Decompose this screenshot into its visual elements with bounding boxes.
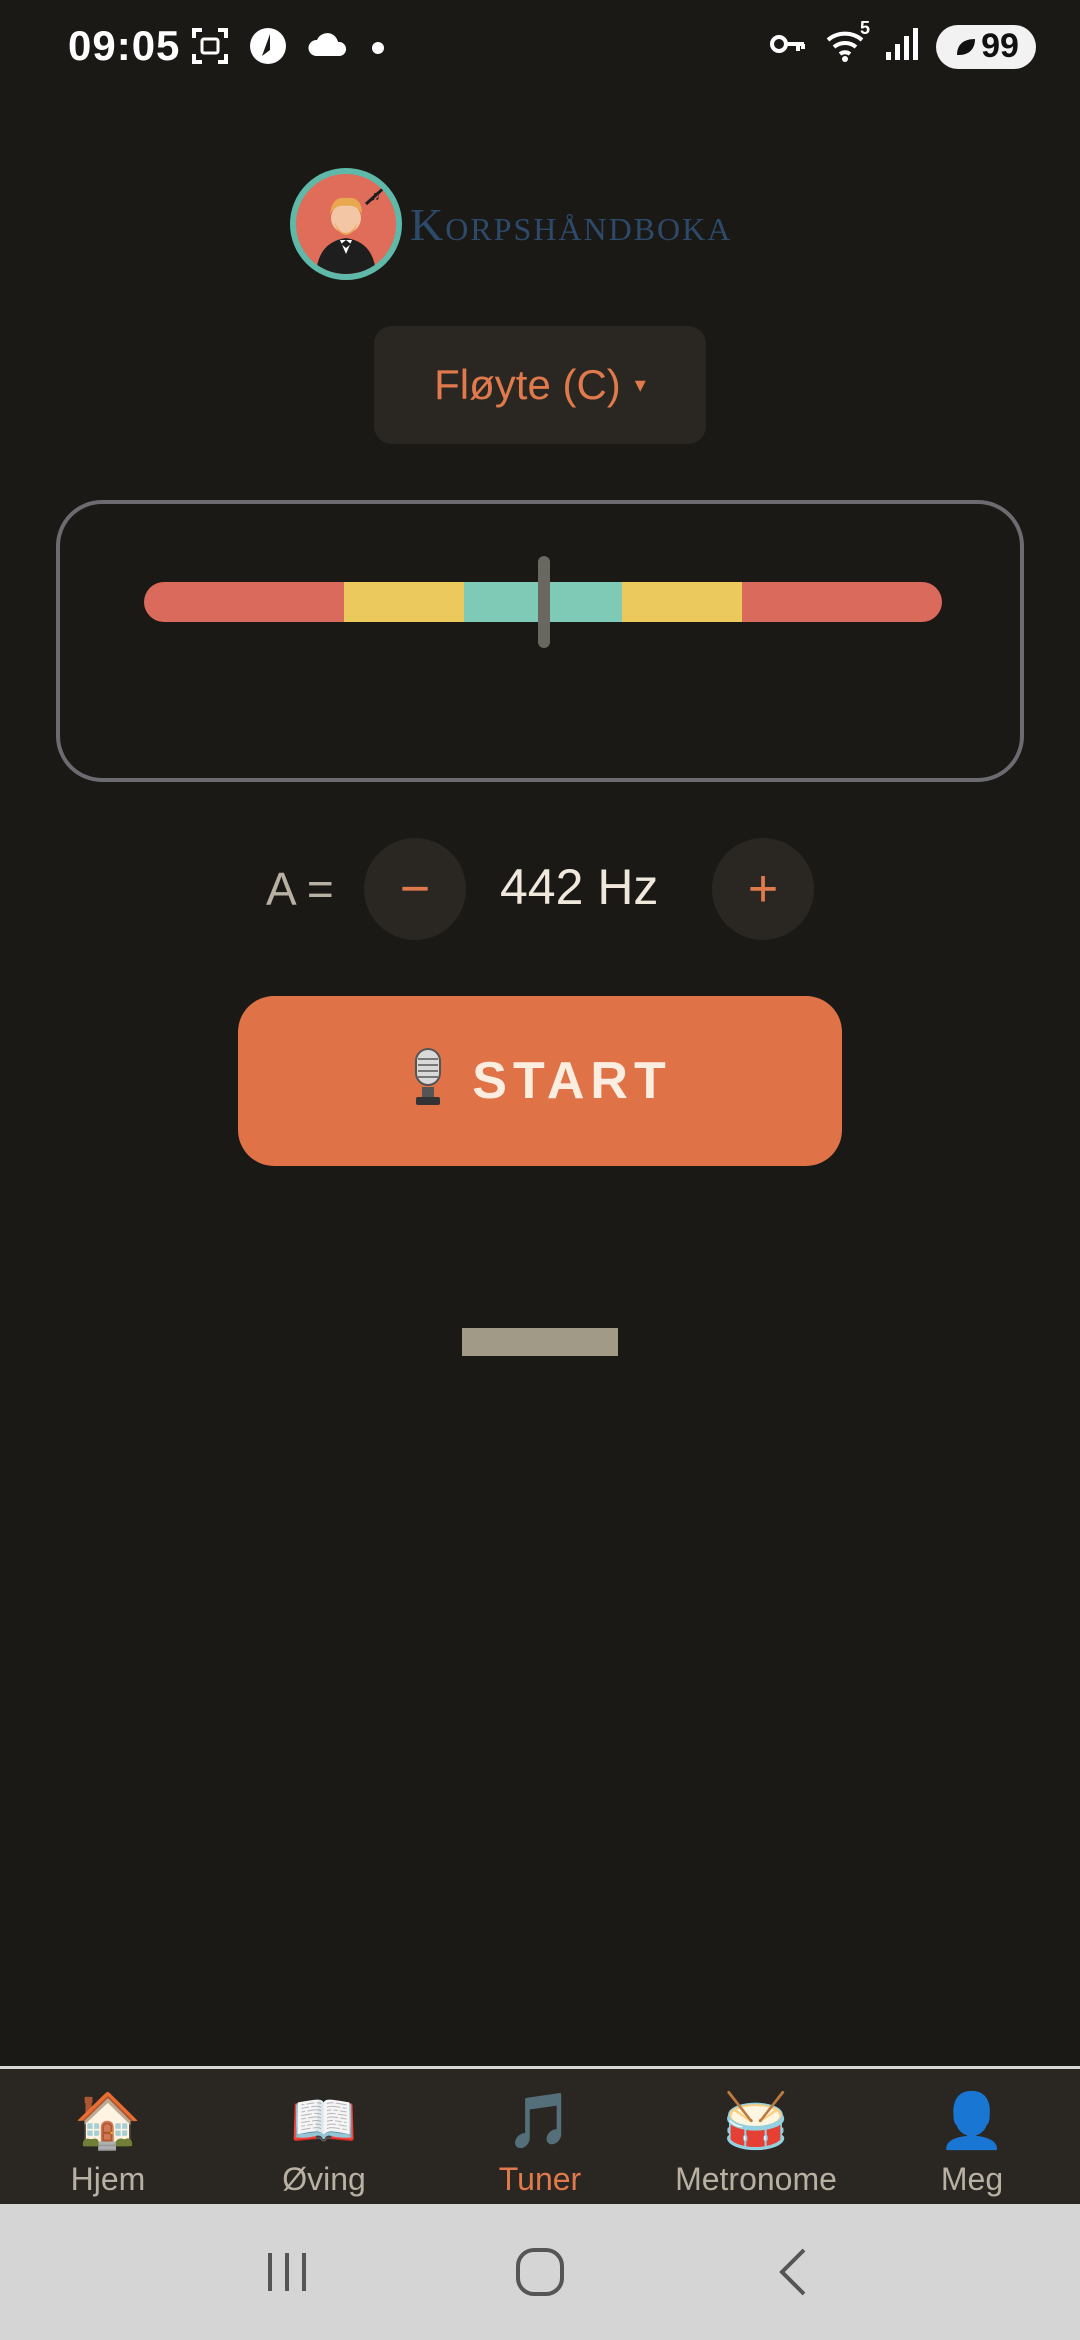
status-time: 09:05 — [68, 22, 181, 69]
vpn-key-icon — [768, 24, 808, 69]
tuning-needle — [538, 556, 550, 648]
start-label: START — [472, 1052, 672, 1110]
status-icons-left — [190, 26, 388, 71]
note-display-placeholder — [462, 1328, 618, 1356]
wifi-icon: 5 — [824, 18, 870, 69]
bottom-navigation: 🏠 Hjem 📖 Øving 🎵 Tuner 🥁 Metronome 👤 Meg — [0, 2066, 1080, 2207]
home-button[interactable] — [500, 2232, 580, 2312]
instrument-label: Fløyte (C) — [434, 361, 621, 408]
nav-label-oving: Øving — [282, 2161, 366, 2197]
instrument-select[interactable]: Fløyte (C) ▾ — [374, 326, 706, 444]
microphone-icon — [408, 1047, 448, 1116]
recent-apps-button[interactable] — [247, 2232, 327, 2312]
svg-text:♫: ♫ — [370, 187, 381, 203]
decrease-pitch-button[interactable]: − — [364, 838, 466, 940]
reference-pitch-row: A = − 442 Hz + — [0, 836, 1080, 944]
nav-label-hjem: Hjem — [70, 2161, 146, 2197]
recent-apps-icon — [267, 2253, 306, 2291]
meter-zone-sharp-near — [622, 582, 742, 622]
logo-text: Korpshåndboka — [410, 198, 733, 250]
book-icon: 📖 — [290, 2091, 358, 2151]
nav-item-metronome[interactable]: 🥁 Metronome — [648, 2069, 864, 2207]
nav-label-tuner: Tuner — [498, 2161, 582, 2197]
back-button[interactable] — [753, 2232, 833, 2312]
system-navigation-bar — [0, 2204, 1080, 2340]
battery-level: 99 — [981, 27, 1019, 65]
drum-icon: 🥁 — [722, 2091, 790, 2151]
reference-pitch-value: 442 Hz — [500, 859, 659, 915]
reference-label: A = — [266, 863, 334, 915]
meter-zone-sharp-far — [742, 582, 942, 622]
meter-zone-flat-far — [144, 582, 344, 622]
location-icon — [248, 26, 288, 71]
nav-label-meg: Meg — [940, 2161, 1004, 2197]
battery-indicator: 99 — [936, 24, 1036, 69]
increase-pitch-button[interactable]: + — [712, 838, 814, 940]
cloud-icon — [306, 26, 350, 71]
nav-item-tuner[interactable]: 🎵 Tuner — [432, 2069, 648, 2207]
conductor-logo-icon: ♫ — [290, 168, 402, 280]
dot-icon — [368, 26, 388, 71]
status-bar: 09:05 5 99 — [0, 0, 1080, 96]
nav-item-hjem[interactable]: 🏠 Hjem — [0, 2069, 216, 2207]
status-icons-right: 5 99 — [768, 18, 1036, 69]
nav-item-oving[interactable]: 📖 Øving — [216, 2069, 432, 2207]
signal-icon — [884, 24, 920, 69]
chevron-down-icon: ▾ — [634, 372, 646, 397]
back-icon — [779, 2248, 806, 2296]
nav-item-meg[interactable]: 👤 Meg — [864, 2069, 1080, 2207]
network-badge: 5 — [859, 18, 870, 38]
tuner-meter-panel — [56, 500, 1024, 782]
start-button[interactable]: START — [238, 996, 842, 1166]
app-logo: ♫ Korpshåndboka — [290, 168, 732, 280]
nav-label-metronome: Metronome — [675, 2161, 837, 2197]
house-icon: 🏠 — [74, 2091, 142, 2151]
user-silhouette-icon: 👤 — [938, 2091, 1006, 2151]
battery-leaf-icon — [957, 38, 976, 55]
screenshot-icon — [190, 26, 230, 71]
meter-zone-flat-near — [344, 582, 464, 622]
home-icon — [515, 2248, 564, 2296]
music-note-icon: 🎵 — [506, 2091, 574, 2151]
plus-icon: + — [747, 860, 779, 918]
minus-icon: − — [399, 860, 431, 918]
